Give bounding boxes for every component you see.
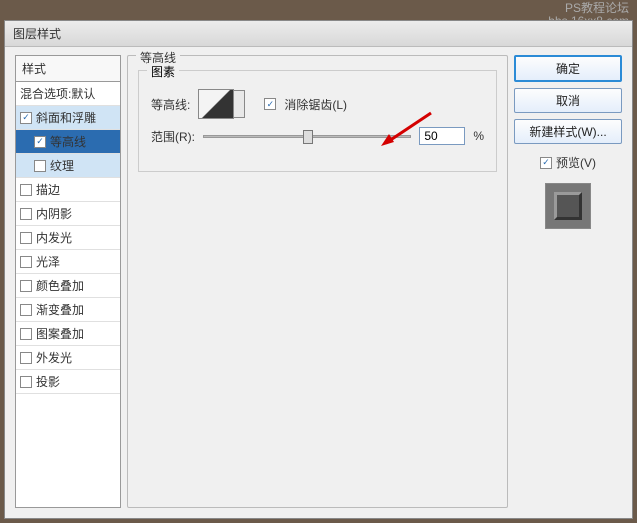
style-item-inner-glow[interactable]: 内发光 xyxy=(16,226,120,250)
style-label: 光泽 xyxy=(36,253,60,270)
style-label: 内发光 xyxy=(36,229,72,246)
dialog-title-bar[interactable]: 图层样式 xyxy=(5,21,632,47)
style-item-drop-shadow[interactable]: 投影 xyxy=(16,370,120,394)
styles-header: 样式 xyxy=(15,55,121,81)
main-panel: 等高线 图素 等高线: 消除锯齿(L) 范围(R): xyxy=(127,55,508,508)
style-item-gradient-overlay[interactable]: 渐变叠加 xyxy=(16,298,120,322)
checkbox-icon[interactable] xyxy=(20,232,32,244)
button-label: 确定 xyxy=(556,62,580,76)
checkbox-icon[interactable] xyxy=(20,376,32,388)
contour-label: 等高线: xyxy=(151,96,190,113)
checkbox-icon[interactable] xyxy=(34,136,46,148)
dialog-content: 样式 混合选项:默认 斜面和浮雕 等高线 纹理 描边 内阴影 内发光 光泽 颜色… xyxy=(5,45,632,518)
style-label: 描边 xyxy=(36,181,60,198)
antialias-checkbox[interactable] xyxy=(264,98,276,110)
style-item-satin[interactable]: 光泽 xyxy=(16,250,120,274)
style-item-stroke[interactable]: 描边 xyxy=(16,178,120,202)
range-label: 范围(R): xyxy=(151,128,195,145)
checkbox-icon[interactable] xyxy=(20,352,32,364)
cancel-button[interactable]: 取消 xyxy=(514,88,622,113)
style-item-bevel[interactable]: 斜面和浮雕 xyxy=(16,106,120,130)
style-item-pattern-overlay[interactable]: 图案叠加 xyxy=(16,322,120,346)
preview-checkbox[interactable] xyxy=(540,157,552,169)
style-item-contour[interactable]: 等高线 xyxy=(16,130,120,154)
layer-style-dialog: 图层样式 样式 混合选项:默认 斜面和浮雕 等高线 纹理 描边 内阴影 内发光 … xyxy=(4,20,633,519)
preview-bevel-icon xyxy=(554,192,582,220)
checkbox-icon[interactable] xyxy=(20,256,32,268)
style-item-color-overlay[interactable]: 颜色叠加 xyxy=(16,274,120,298)
preview-swatch xyxy=(545,183,591,229)
checkbox-icon[interactable] xyxy=(34,160,46,172)
checkbox-icon[interactable] xyxy=(20,208,32,220)
percent-label: % xyxy=(473,129,484,143)
checkbox-icon[interactable] xyxy=(20,184,32,196)
antialias-label: 消除锯齿(L) xyxy=(284,96,347,113)
annotation-arrow xyxy=(376,108,436,151)
elements-title: 图素 xyxy=(147,63,179,80)
style-label: 内阴影 xyxy=(36,205,72,222)
style-label: 等高线 xyxy=(50,133,86,150)
style-label: 纹理 xyxy=(50,157,74,174)
contour-picker[interactable] xyxy=(198,89,234,119)
checkbox-icon[interactable] xyxy=(20,304,32,316)
style-label: 混合选项:默认 xyxy=(20,85,95,102)
button-label: 取消 xyxy=(556,94,580,108)
checkbox-icon[interactable] xyxy=(20,280,32,292)
new-style-button[interactable]: 新建样式(W)... xyxy=(514,119,622,144)
styles-panel: 样式 混合选项:默认 斜面和浮雕 等高线 纹理 描边 内阴影 内发光 光泽 颜色… xyxy=(15,55,121,508)
checkbox-icon[interactable] xyxy=(20,112,32,124)
elements-group: 图素 等高线: 消除锯齿(L) 范围(R): % xyxy=(138,70,497,172)
style-label: 渐变叠加 xyxy=(36,301,84,318)
style-label: 颜色叠加 xyxy=(36,277,84,294)
styles-list: 混合选项:默认 斜面和浮雕 等高线 纹理 描边 内阴影 内发光 光泽 颜色叠加 … xyxy=(15,81,121,508)
style-label: 投影 xyxy=(36,373,60,390)
style-item-texture[interactable]: 纹理 xyxy=(16,154,120,178)
slider-thumb[interactable] xyxy=(303,130,313,144)
preview-row: 预览(V) xyxy=(514,154,622,171)
style-item-blend-options[interactable]: 混合选项:默认 xyxy=(16,82,120,106)
dialog-title: 图层样式 xyxy=(13,27,61,41)
style-item-inner-shadow[interactable]: 内阴影 xyxy=(16,202,120,226)
right-column: 确定 取消 新建样式(W)... 预览(V) xyxy=(514,55,622,508)
style-label: 斜面和浮雕 xyxy=(36,109,96,126)
checkbox-icon[interactable] xyxy=(20,328,32,340)
style-label: 外发光 xyxy=(36,349,72,366)
style-label: 图案叠加 xyxy=(36,325,84,342)
style-item-outer-glow[interactable]: 外发光 xyxy=(16,346,120,370)
button-label: 新建样式(W)... xyxy=(529,125,606,139)
preview-label: 预览(V) xyxy=(556,154,596,171)
ok-button[interactable]: 确定 xyxy=(514,55,622,82)
